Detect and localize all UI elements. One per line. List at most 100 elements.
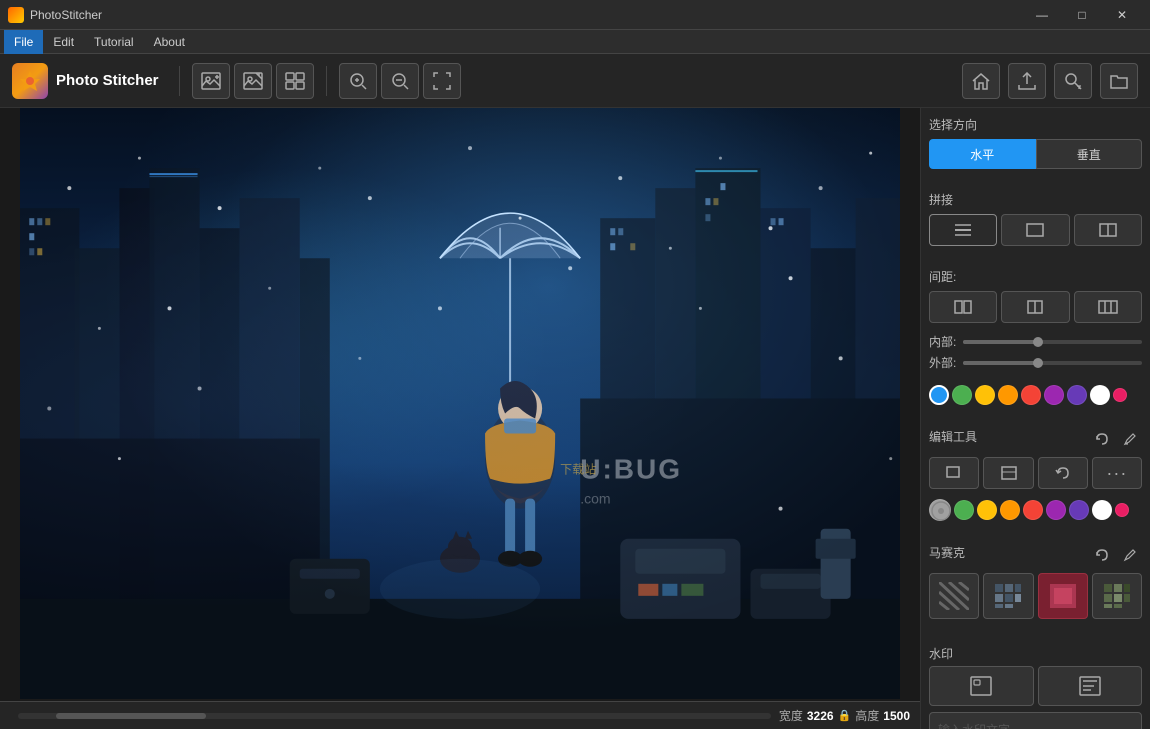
edit-color-yellow2[interactable] <box>977 500 997 520</box>
layout-button[interactable] <box>276 63 314 99</box>
spacing-label: 间距: <box>929 268 1142 285</box>
edit-tools-header: 编辑工具 <box>929 427 1142 451</box>
app-name-label: Photo Stitcher <box>56 72 159 89</box>
watermark-text-button[interactable] <box>1038 666 1143 706</box>
edit-color-light-purple2[interactable] <box>1069 500 1089 520</box>
image-preview: U:BUG .com 下载站 <box>20 108 900 699</box>
spacing-type-2-button[interactable] <box>1001 291 1069 323</box>
toolbar-right-group <box>962 63 1138 99</box>
more-button[interactable]: ··· <box>1092 457 1142 489</box>
edit-color-orange2[interactable] <box>1000 500 1020 520</box>
edit-tool-buttons: ··· <box>929 457 1142 489</box>
color-palette-section <box>929 385 1142 405</box>
mask-section: 马赛克 <box>929 543 1142 619</box>
logo-icon <box>12 63 48 99</box>
inner-label: 内部: <box>929 333 957 350</box>
splice-type-1-button[interactable] <box>929 214 997 246</box>
edit-color-white2[interactable] <box>1092 500 1112 520</box>
spacing-type-1-button[interactable] <box>929 291 997 323</box>
edit-square-button[interactable] <box>983 457 1033 489</box>
outer-label: 外部: <box>929 354 957 371</box>
watermark-section: 水印 <box>929 645 1142 729</box>
mask-header: 马赛克 <box>929 543 1142 567</box>
edit-color-circle[interactable] <box>929 499 951 521</box>
folder-button[interactable] <box>1100 63 1138 99</box>
toolbar-logo: Photo Stitcher <box>12 63 159 99</box>
menu-edit[interactable]: Edit <box>43 30 84 54</box>
window-controls: — □ ✕ <box>1022 0 1142 30</box>
mask-pattern-3-button[interactable] <box>1038 573 1088 619</box>
edit-crop-button[interactable] <box>929 457 979 489</box>
color-purple[interactable] <box>1044 385 1064 405</box>
color-red[interactable] <box>1021 385 1041 405</box>
canvas-area[interactable]: U:BUG .com 下载站 <box>0 108 920 729</box>
watermark-text-input[interactable] <box>929 712 1142 729</box>
splice-buttons <box>929 214 1142 246</box>
fit-screen-button[interactable] <box>423 63 461 99</box>
color-extra[interactable] <box>1113 388 1127 402</box>
menu-tutorial[interactable]: Tutorial <box>84 30 144 54</box>
outer-slider[interactable] <box>963 361 1142 365</box>
maximize-button[interactable]: □ <box>1062 0 1102 30</box>
mask-pattern-2-button[interactable] <box>983 573 1033 619</box>
scrollbar-thumb[interactable] <box>56 713 207 719</box>
undo-edit-button[interactable] <box>1090 427 1114 451</box>
photo-tools-group <box>192 63 314 99</box>
inner-slider[interactable] <box>963 340 1142 344</box>
watermark-label: 水印 <box>929 645 1142 662</box>
mask-buttons <box>929 573 1142 619</box>
color-white[interactable] <box>1090 385 1110 405</box>
scene-overlay <box>20 108 900 699</box>
edit-color-palette-section <box>929 499 1142 521</box>
main-area: U:BUG .com 下载站 <box>0 108 1150 729</box>
spacing-buttons <box>929 291 1142 323</box>
watermark-image-button[interactable] <box>929 666 1034 706</box>
color-green[interactable] <box>952 385 972 405</box>
right-panel: 选择方向 水平 垂直 拼接 <box>920 108 1150 729</box>
edit-color-red2[interactable] <box>1023 500 1043 520</box>
lock-icon-span: 🔒 <box>838 709 852 722</box>
mask-pattern-4-button[interactable] <box>1092 573 1142 619</box>
mask-pencil-button[interactable] <box>1118 543 1142 567</box>
menu-file[interactable]: File <box>4 30 43 54</box>
splice-section: 拼接 <box>929 191 1142 246</box>
splice-type-2-button[interactable] <box>1001 214 1069 246</box>
menu-about[interactable]: About <box>144 30 195 54</box>
status-bar: 宽度 3226 🔒 高度 1500 <box>0 701 920 729</box>
add-photo-button[interactable] <box>192 63 230 99</box>
color-yellow[interactable] <box>975 385 995 405</box>
horizontal-scrollbar[interactable] <box>18 713 771 719</box>
menubar: File Edit Tutorial About <box>0 30 1150 54</box>
direction-section: 选择方向 水平 垂直 <box>929 116 1142 169</box>
toolbar: Photo Stitcher <box>0 54 1150 108</box>
mask-undo-button[interactable] <box>1090 543 1114 567</box>
direction-horizontal-button[interactable]: 水平 <box>929 139 1036 169</box>
color-orange[interactable] <box>998 385 1018 405</box>
close-button[interactable]: ✕ <box>1102 0 1142 30</box>
edit-color-palette <box>929 499 1142 521</box>
edit-color-green2[interactable] <box>954 500 974 520</box>
spacing-type-3-button[interactable] <box>1074 291 1142 323</box>
splice-label: 拼接 <box>929 191 1142 208</box>
mask-pattern-1-button[interactable] <box>929 573 979 619</box>
pencil-edit-button[interactable] <box>1118 427 1142 451</box>
undo-button[interactable] <box>1038 457 1088 489</box>
titlebar-title: PhotoStitcher <box>30 8 102 22</box>
inner-slider-row: 内部: <box>929 333 1142 350</box>
color-light-purple[interactable] <box>1067 385 1087 405</box>
zoom-out-button[interactable] <box>381 63 419 99</box>
edit-color-extra2[interactable] <box>1115 503 1129 517</box>
edit-color-purple2[interactable] <box>1046 500 1066 520</box>
inner-outer-section: 内部: 外部: <box>929 333 1142 375</box>
height-label: 高度 <box>855 707 879 724</box>
color-blue[interactable] <box>929 385 949 405</box>
upload-button[interactable] <box>1008 63 1046 99</box>
direction-vertical-button[interactable]: 垂直 <box>1036 139 1143 169</box>
key-button[interactable] <box>1054 63 1092 99</box>
edit-tool-actions <box>1090 427 1142 451</box>
minimize-button[interactable]: — <box>1022 0 1062 30</box>
home-button[interactable] <box>962 63 1000 99</box>
splice-type-3-button[interactable] <box>1074 214 1142 246</box>
edit-photo-button[interactable] <box>234 63 272 99</box>
zoom-in-button[interactable] <box>339 63 377 99</box>
